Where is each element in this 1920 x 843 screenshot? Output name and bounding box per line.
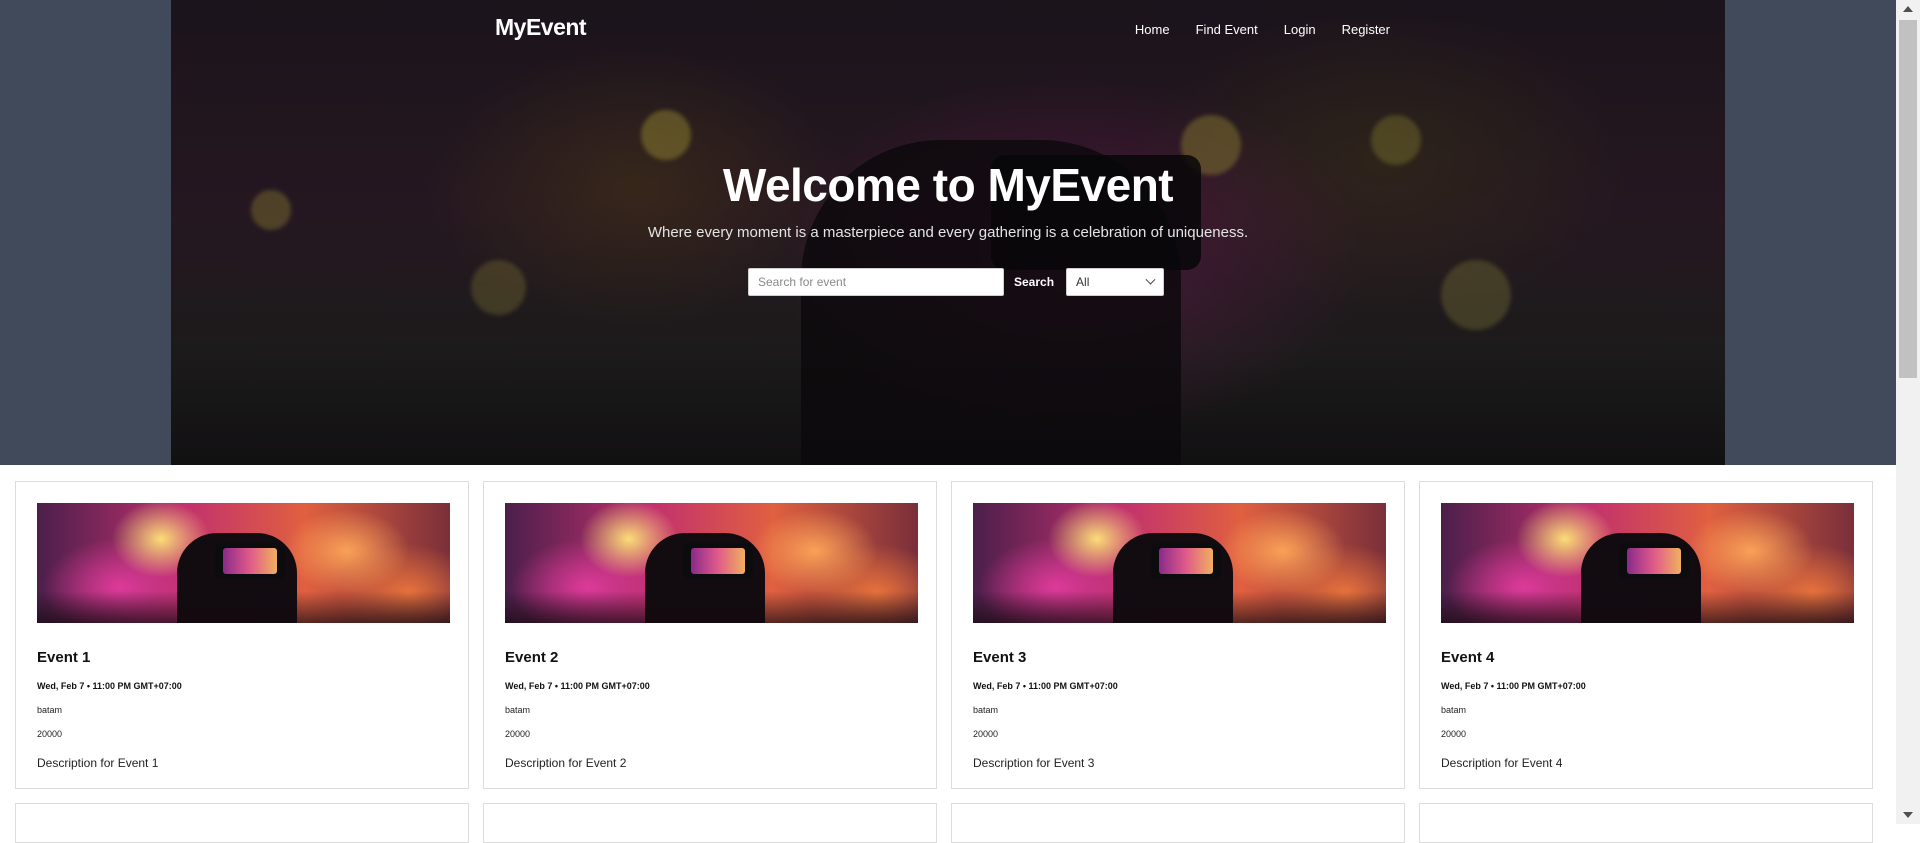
event-image <box>505 503 918 623</box>
event-title: Event 4 <box>1441 649 1495 666</box>
event-image <box>37 503 450 623</box>
page-scrollbar[interactable] <box>1896 0 1920 824</box>
search-input[interactable] <box>748 268 1004 296</box>
chevron-down-icon <box>1145 274 1156 285</box>
scrollbar-thumb[interactable] <box>1899 20 1917 378</box>
event-card[interactable]: Event 2 Wed, Feb 7 • 11:00 PM GMT+07:00 … <box>483 481 937 789</box>
event-location: batam <box>37 705 63 715</box>
event-card-list: Event 1 Wed, Feb 7 • 11:00 PM GMT+07:00 … <box>15 481 1873 789</box>
event-location: batam <box>505 705 531 715</box>
phone-screen <box>691 548 745 574</box>
nav-find-event[interactable]: Find Event <box>1196 22 1258 37</box>
event-image <box>973 503 1386 623</box>
brand-logo[interactable]: MyEvent <box>495 14 587 41</box>
event-date: Wed, Feb 7 • 11:00 PM GMT+07:00 <box>1441 681 1586 691</box>
event-price: 20000 <box>1441 729 1467 739</box>
event-description: Description for Event 1 <box>37 756 159 770</box>
crowd-silhouette <box>973 591 1386 623</box>
event-card-list-row-2 <box>15 803 1873 843</box>
crowd-silhouette <box>1441 591 1854 623</box>
event-location: batam <box>973 705 999 715</box>
event-card[interactable]: Event 1 Wed, Feb 7 • 11:00 PM GMT+07:00 … <box>15 481 469 789</box>
event-price: 20000 <box>973 729 999 739</box>
hero-subtitle: Where every moment is a masterpiece and … <box>647 224 1249 241</box>
event-price: 20000 <box>37 729 63 739</box>
nav-register[interactable]: Register <box>1342 22 1390 37</box>
main-nav: Home Find Event Login Register <box>1135 22 1390 37</box>
event-title: Event 1 <box>37 649 91 666</box>
event-description: Description for Event 3 <box>973 756 1095 770</box>
nav-home[interactable]: Home <box>1135 22 1170 37</box>
crowd-silhouette <box>505 591 918 623</box>
crowd-silhouette <box>37 591 450 623</box>
category-select[interactable]: All <box>1066 268 1165 296</box>
search-bar: Search All <box>748 268 1165 296</box>
arrow-up-icon[interactable] <box>1903 6 1913 12</box>
nav-login[interactable]: Login <box>1284 22 1316 37</box>
hero-title: Welcome to MyEvent <box>722 159 1174 211</box>
event-card[interactable] <box>15 803 469 843</box>
event-location: batam <box>1441 705 1467 715</box>
event-price: 20000 <box>505 729 531 739</box>
event-card[interactable] <box>483 803 937 843</box>
phone-screen <box>223 548 277 574</box>
event-card[interactable]: Event 3 Wed, Feb 7 • 11:00 PM GMT+07:00 … <box>951 481 1405 789</box>
arrow-down-icon[interactable] <box>1903 812 1913 818</box>
event-image <box>1441 503 1854 623</box>
event-title: Event 2 <box>505 649 559 666</box>
category-select-value: All <box>1076 275 1090 289</box>
event-card[interactable]: Event 4 Wed, Feb 7 • 11:00 PM GMT+07:00 … <box>1419 481 1873 789</box>
phone-screen <box>1159 548 1213 574</box>
event-description: Description for Event 2 <box>505 756 627 770</box>
event-card[interactable] <box>1419 803 1873 843</box>
event-date: Wed, Feb 7 • 11:00 PM GMT+07:00 <box>505 681 650 691</box>
event-title: Event 3 <box>973 649 1027 666</box>
phone-screen <box>1627 548 1681 574</box>
search-button[interactable]: Search <box>1012 268 1056 296</box>
event-date: Wed, Feb 7 • 11:00 PM GMT+07:00 <box>37 681 182 691</box>
event-card[interactable] <box>951 803 1405 843</box>
event-date: Wed, Feb 7 • 11:00 PM GMT+07:00 <box>973 681 1118 691</box>
event-description: Description for Event 4 <box>1441 756 1563 770</box>
